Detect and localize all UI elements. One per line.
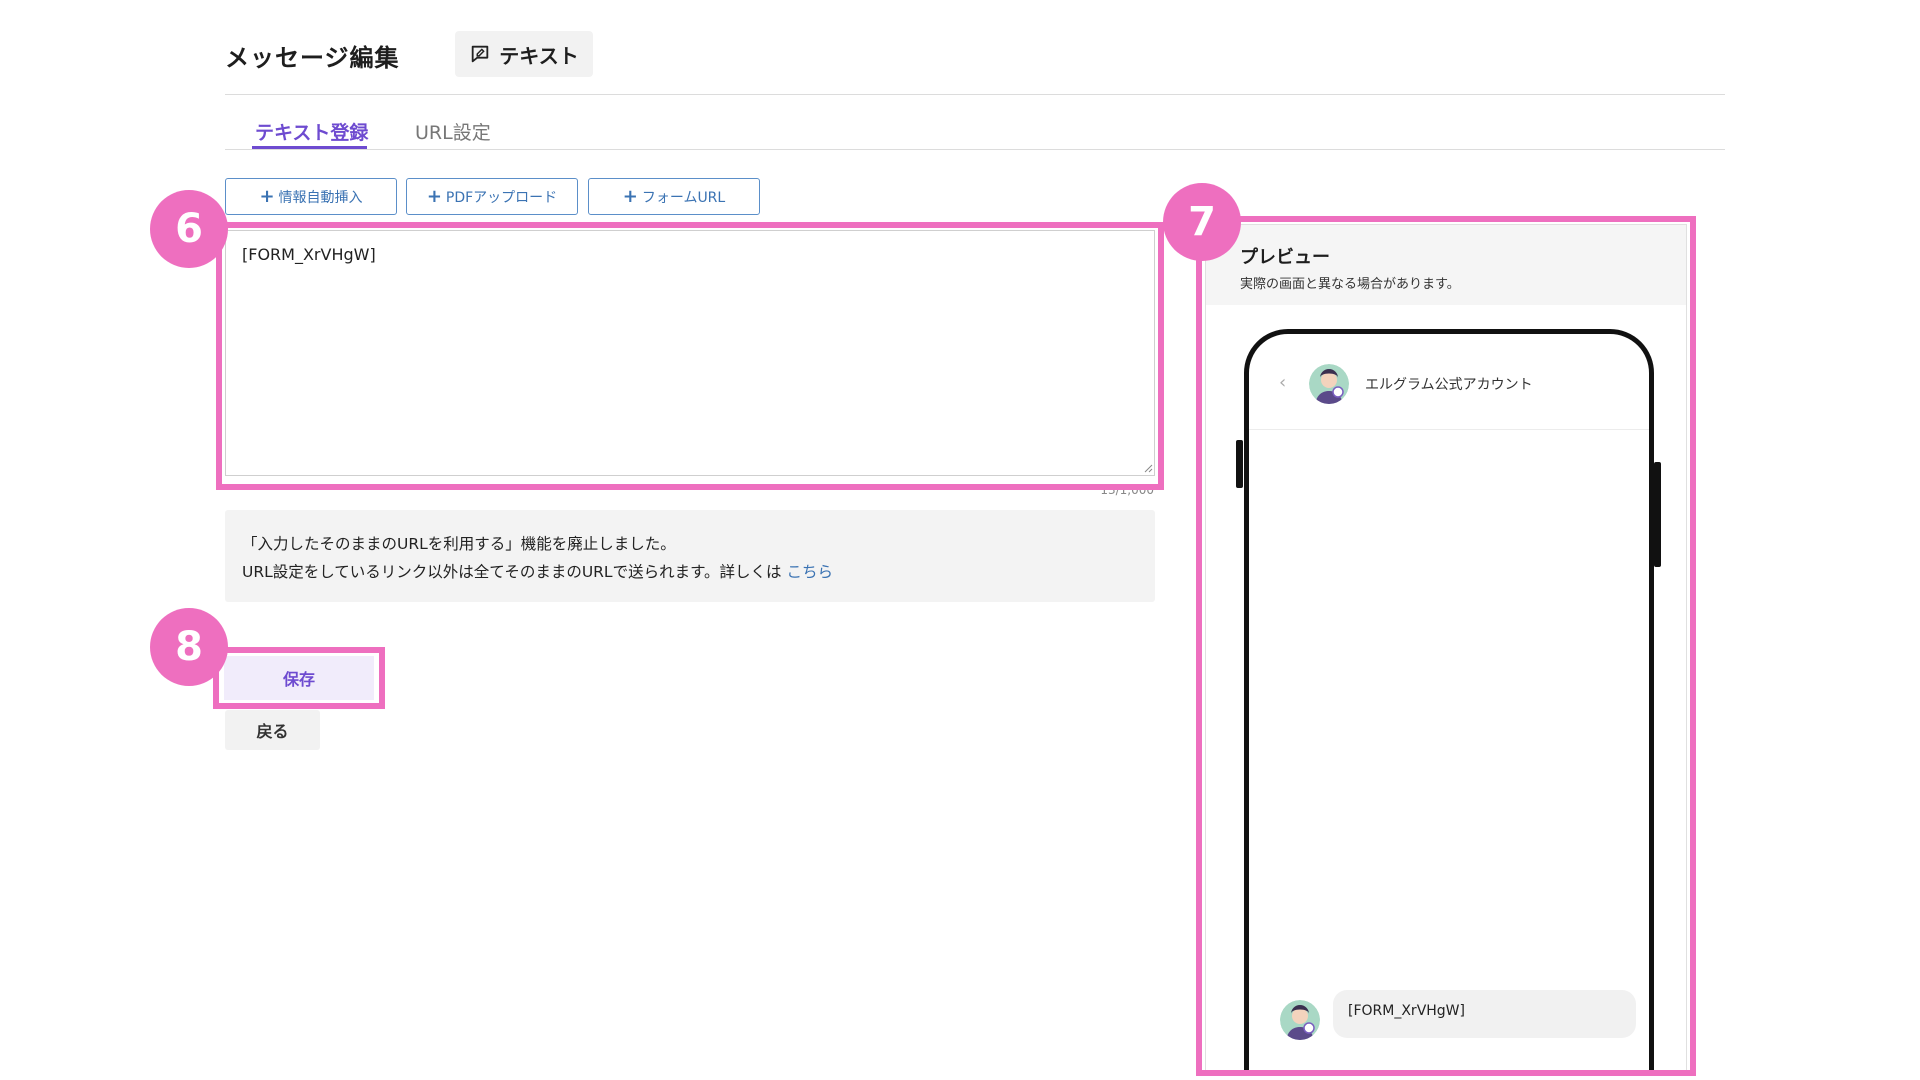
plus-icon: + bbox=[426, 185, 442, 207]
page-title: メッセージ編集 bbox=[225, 44, 400, 72]
insert-info-label: 情報自動挿入 bbox=[278, 189, 363, 206]
notice-line-1: 「入力したそのままのURLを利用する」機能を廃止しました。 bbox=[242, 535, 676, 553]
notice-line-2-text: URL設定をしているリンク以外は全てそのままのURLで送られます。詳しくは bbox=[242, 563, 782, 581]
plus-icon: + bbox=[622, 185, 638, 207]
back-button[interactable]: 戻る bbox=[225, 710, 320, 750]
annotation-badge-6: 6 bbox=[150, 190, 228, 268]
type-chip-label: テキスト bbox=[499, 43, 579, 68]
preview-highlight-box bbox=[1196, 216, 1696, 1076]
notice-details-link[interactable]: こちら bbox=[786, 563, 833, 581]
pdf-upload-button[interactable]: + PDFアップロード bbox=[406, 178, 578, 215]
form-url-label: フォームURL bbox=[641, 189, 726, 206]
tabs-divider bbox=[225, 149, 1725, 150]
message-type-chip[interactable]: テキスト bbox=[455, 31, 593, 77]
editor-highlight-box bbox=[216, 222, 1164, 490]
insert-info-button[interactable]: + 情報自動挿入 bbox=[225, 178, 397, 215]
save-highlight-box bbox=[213, 647, 385, 709]
plus-icon: + bbox=[259, 185, 275, 207]
pdf-upload-label: PDFアップロード bbox=[445, 189, 558, 206]
header-divider bbox=[225, 94, 1725, 95]
chat-edit-icon bbox=[472, 45, 489, 63]
tab-text-register[interactable]: テキスト登録 bbox=[255, 118, 368, 145]
form-url-button[interactable]: + フォームURL bbox=[588, 178, 760, 215]
url-notice: 「入力したそのままのURLを利用する」機能を廃止しました。 URL設定をしている… bbox=[225, 510, 1155, 602]
tab-url-settings[interactable]: URL設定 bbox=[415, 118, 491, 145]
annotation-badge-7: 7 bbox=[1163, 183, 1241, 261]
annotation-badge-8: 8 bbox=[150, 608, 228, 686]
notice-line-2: URL設定をしているリンク以外は全てそのままのURLで送られます。詳しくは こち… bbox=[242, 558, 1138, 586]
